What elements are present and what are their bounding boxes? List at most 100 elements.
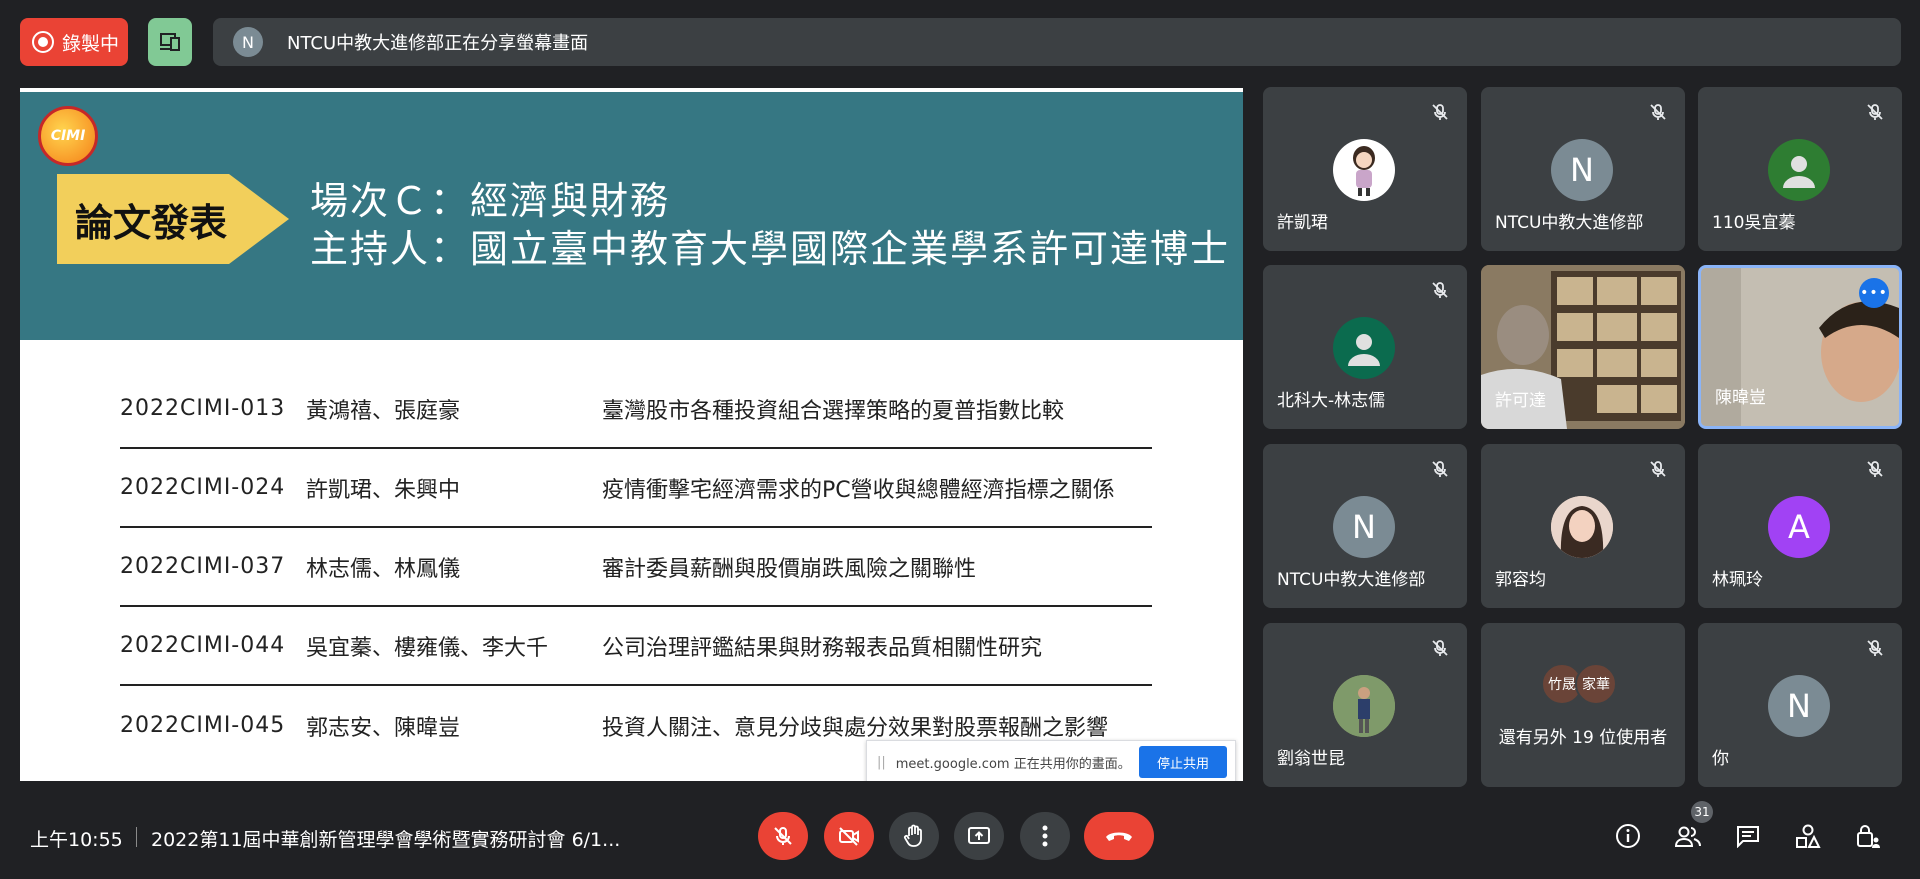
info-icon bbox=[1616, 824, 1640, 848]
hand-icon bbox=[903, 824, 922, 847]
shapes-icon bbox=[1796, 824, 1821, 848]
session-title: 場次Ｃ：經濟與財務 bbox=[310, 179, 671, 223]
paper-id: 2022CIMI-045 bbox=[120, 713, 286, 738]
others-tile[interactable]: 竹晟 家華 還有另外 19 位使用者 bbox=[1481, 623, 1685, 787]
screen-share-popup: || meet.google.com 正在共用你的畫面。 停止共用 bbox=[866, 740, 1236, 781]
slide-header: CIMI 論文發表 場次Ｃ：經濟與財務 主持人：國立臺中教育大學國際企業學系許可… bbox=[20, 92, 1243, 340]
tag-label: 論文發表 bbox=[75, 199, 228, 245]
lock-person-icon bbox=[1857, 825, 1880, 848]
participant-tile[interactable]: 劉翁世昆 bbox=[1263, 623, 1467, 787]
mic-off-icon bbox=[1862, 456, 1888, 482]
cast-devices-button[interactable] bbox=[148, 18, 192, 66]
paper-id: 2022CIMI-044 bbox=[120, 633, 286, 658]
share-popup-text: meet.google.com 正在共用你的畫面。 bbox=[895, 756, 1131, 772]
paper-list: 2022CIMI-013 黃鴻禧、張庭豪 臺灣股市各種投資組合選擇策略的夏普指數比較… bbox=[120, 370, 1152, 765]
participant-avatar bbox=[1551, 496, 1613, 558]
more-options-icon[interactable]: ••• bbox=[1859, 278, 1889, 308]
participant-tile[interactable]: N NTCU中教大進修部 bbox=[1263, 444, 1467, 608]
participant-avatar: 家華 bbox=[1575, 663, 1617, 705]
hang-up-icon bbox=[1106, 832, 1132, 841]
drag-handle-icon[interactable]: || bbox=[877, 755, 886, 770]
presentation-view: CIMI 論文發表 場次Ｃ：經濟與財務 主持人：國立臺中教育大學國際企業學系許可… bbox=[20, 88, 1243, 781]
table-row: 2022CIMI-024 許凱珺、朱興中 疫情衝擊宅經濟需求的PC營收與總體經濟指標… bbox=[120, 449, 1152, 528]
participant-video-tile[interactable]: ••• 陳暐豈 bbox=[1698, 265, 1902, 429]
participant-tile[interactable]: 郭容均 bbox=[1481, 444, 1685, 608]
paper-title: 公司治理評鑑結果與財務報表品質相關性研究 bbox=[602, 635, 1043, 661]
chat-icon bbox=[1737, 826, 1759, 848]
conference-logo: CIMI bbox=[38, 106, 98, 166]
paper-authors: 郭志安、陳暐豈 bbox=[306, 715, 461, 741]
mic-off-icon bbox=[1427, 635, 1453, 661]
mic-off-icon bbox=[1645, 99, 1671, 125]
paper-id: 2022CIMI-024 bbox=[120, 475, 286, 500]
people-count-badge: 31 bbox=[1691, 801, 1713, 823]
more-vert-icon bbox=[1042, 825, 1048, 847]
chat-button[interactable] bbox=[1732, 820, 1764, 852]
share-banner-text: NTCU中教大進修部正在分享螢幕畫面 bbox=[287, 33, 589, 54]
table-row: 2022CIMI-013 黃鴻禧、張庭豪 臺灣股市各種投資組合選擇策略的夏普指數比較 bbox=[120, 370, 1152, 449]
presenter-avatar: N bbox=[233, 27, 263, 57]
raise-hand-button[interactable] bbox=[889, 812, 939, 860]
self-tile[interactable]: N 你 bbox=[1698, 623, 1902, 787]
mic-off-icon bbox=[774, 827, 792, 845]
participant-name: 北科大-林志儒 bbox=[1277, 391, 1386, 411]
mic-off-icon bbox=[1427, 456, 1453, 482]
session-host: 主持人：國立臺中教育大學國際企業學系許可達博士 bbox=[310, 227, 1231, 271]
recording-indicator[interactable]: 錄製中 bbox=[20, 18, 128, 66]
participant-tile[interactable]: A 林珮玲 bbox=[1698, 444, 1902, 608]
meeting-title: 2022第11屆中華創新管理學會學術暨實務研討會 6/1... bbox=[151, 829, 621, 851]
participant-name: 許可達 bbox=[1495, 391, 1546, 411]
table-row: 2022CIMI-044 吳宜蓁、樓雍儀、李大千 公司治理評鑑結果與財務報表品質相關… bbox=[120, 607, 1152, 686]
participant-tile[interactable]: N NTCU中教大進修部 bbox=[1481, 87, 1685, 251]
participant-avatar: N bbox=[1551, 139, 1613, 201]
participant-name: 許凱珺 bbox=[1277, 213, 1328, 233]
activities-button[interactable] bbox=[1792, 820, 1824, 852]
others-avatars: 竹晟 家華 bbox=[1541, 663, 1617, 705]
camera-toggle-button[interactable] bbox=[824, 812, 874, 860]
participant-tile[interactable]: 110吳宜蓁 bbox=[1698, 87, 1902, 251]
leave-call-button[interactable] bbox=[1084, 812, 1154, 860]
participant-name: NTCU中教大進修部 bbox=[1495, 213, 1644, 233]
participant-avatar: N bbox=[1333, 496, 1395, 558]
mic-off-icon bbox=[1427, 277, 1453, 303]
paper-authors: 林志儒、林鳳儀 bbox=[306, 556, 461, 582]
participant-avatar: A bbox=[1768, 496, 1830, 558]
present-now-button[interactable] bbox=[954, 812, 1004, 860]
participant-avatar bbox=[1768, 139, 1830, 201]
paper-title: 臺灣股市各種投資組合選擇策略的夏普指數比較 bbox=[602, 398, 1065, 424]
participant-avatar bbox=[1333, 139, 1395, 201]
participant-name: 林珮玲 bbox=[1712, 570, 1763, 590]
table-row: 2022CIMI-037 林志儒、林鳳儀 審計委員薪酬與股價崩跌風險之關聯性 bbox=[120, 528, 1152, 607]
mic-off-icon bbox=[1862, 99, 1888, 125]
participant-video-tile[interactable]: 許可達 bbox=[1481, 265, 1685, 429]
mic-off-icon bbox=[1862, 635, 1888, 661]
participant-name: 陳暐豈 bbox=[1715, 388, 1766, 408]
mic-off-icon bbox=[1645, 456, 1671, 482]
present-icon bbox=[968, 827, 990, 844]
participant-name: NTCU中教大進修部 bbox=[1277, 570, 1426, 590]
participant-name: 劉翁世昆 bbox=[1277, 749, 1345, 769]
paper-title: 疫情衝擊宅經濟需求的PC營收與總體經濟指標之關係 bbox=[602, 477, 1115, 503]
paper-authors: 許凱珺、朱興中 bbox=[306, 477, 461, 503]
paper-presentation-tag: 論文發表 bbox=[57, 174, 289, 264]
screen-share-banner: N NTCU中教大進修部正在分享螢幕畫面 bbox=[213, 18, 1901, 66]
host-controls-button[interactable] bbox=[1852, 820, 1884, 852]
participant-avatar: N bbox=[1768, 675, 1830, 737]
meeting-details-button[interactable] bbox=[1612, 820, 1644, 852]
camera-off-icon bbox=[839, 827, 859, 846]
clock: 上午10:55 bbox=[30, 829, 123, 851]
participant-name: 110吳宜蓁 bbox=[1712, 213, 1796, 233]
participant-tile[interactable]: 北科大-林志儒 bbox=[1263, 265, 1467, 429]
recording-label: 錄製中 bbox=[62, 32, 120, 55]
paper-authors: 吳宜蓁、樓雍儀、李大千 bbox=[306, 635, 549, 661]
paper-id: 2022CIMI-037 bbox=[120, 554, 286, 579]
record-icon bbox=[32, 31, 54, 53]
mic-toggle-button[interactable] bbox=[758, 812, 808, 860]
devices-icon bbox=[160, 33, 180, 51]
people-button[interactable] bbox=[1672, 820, 1704, 852]
stop-sharing-button[interactable]: 停止共用 bbox=[1138, 746, 1227, 778]
participant-avatar bbox=[1333, 317, 1395, 379]
more-options-button[interactable] bbox=[1020, 812, 1070, 860]
paper-title: 投資人關注、意見分歧與處分效果對股票報酬之影響 bbox=[602, 715, 1109, 741]
participant-tile[interactable]: 許凱珺 bbox=[1263, 87, 1467, 251]
